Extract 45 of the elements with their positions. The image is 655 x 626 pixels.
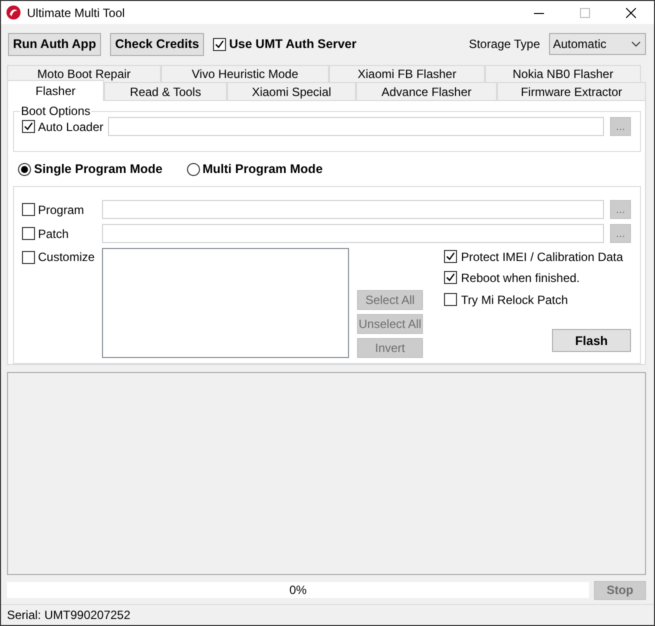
file-path-field[interactable] [102,200,604,219]
checkbox[interactable] [444,293,457,306]
radio-button[interactable] [18,162,31,176]
window-title: Ultimate Multi Tool [27,6,125,20]
group-title: Boot Options [20,104,92,118]
tab[interactable]: Xiaomi Special [227,82,356,100]
storage-type-label: Storage Type [468,37,540,51]
checkbox-label: Auto Loader [38,120,104,134]
toolbar-button[interactable]: Run Auth App [8,32,102,56]
tab[interactable]: Nokia NB0 Flasher [485,65,641,82]
serial-text: Serial: UMT990207252 [7,608,130,622]
caret-icon [631,41,641,47]
tab[interactable]: Vivo Heuristic Mode [161,65,329,82]
tab[interactable]: Flasher [7,80,104,101]
loader-path-field[interactable] [108,117,604,136]
tab[interactable]: Moto Boot Repair [7,65,161,82]
toolbar-button[interactable]: Check Credits [110,32,204,56]
checkbox[interactable] [444,250,457,263]
progress-label: 0% [289,583,307,597]
checkbox-label: Patch [38,226,69,240]
app-logo-icon [6,5,21,20]
checkbox-label: Use UMT Auth Server [229,37,356,51]
checkbox[interactable] [444,271,457,284]
checkbox-label: Try Mi Relock Patch [461,292,568,306]
checkbox[interactable] [22,120,35,133]
partition-list[interactable] [102,248,349,358]
tab[interactable]: Advance Flasher [356,82,497,100]
close-icon[interactable] [626,8,636,18]
tab[interactable]: Firmware Extractor [497,82,646,100]
radio-label: Multi Program Mode [202,162,323,176]
checkbox-label: Program [38,202,84,216]
checkbox[interactable] [213,38,226,50]
flash-button[interactable]: Flash [552,329,631,352]
file-path-field[interactable] [102,224,604,243]
tab[interactable]: Read & Tools [104,82,227,100]
tab[interactable]: Xiaomi FB Flasher [329,65,485,82]
checkbox[interactable] [22,203,35,216]
checkbox-label: Reboot when finished. [461,270,580,284]
radio-label: Single Program Mode [34,162,162,176]
checkbox-label: Protect IMEI / Calibration Data [461,250,624,264]
radio-button[interactable] [186,162,200,176]
checkbox[interactable] [22,250,35,264]
checkbox-label: Customize [38,250,95,264]
checkbox[interactable] [22,227,35,240]
storage-type-dropdown[interactable]: Automatic [549,33,646,55]
